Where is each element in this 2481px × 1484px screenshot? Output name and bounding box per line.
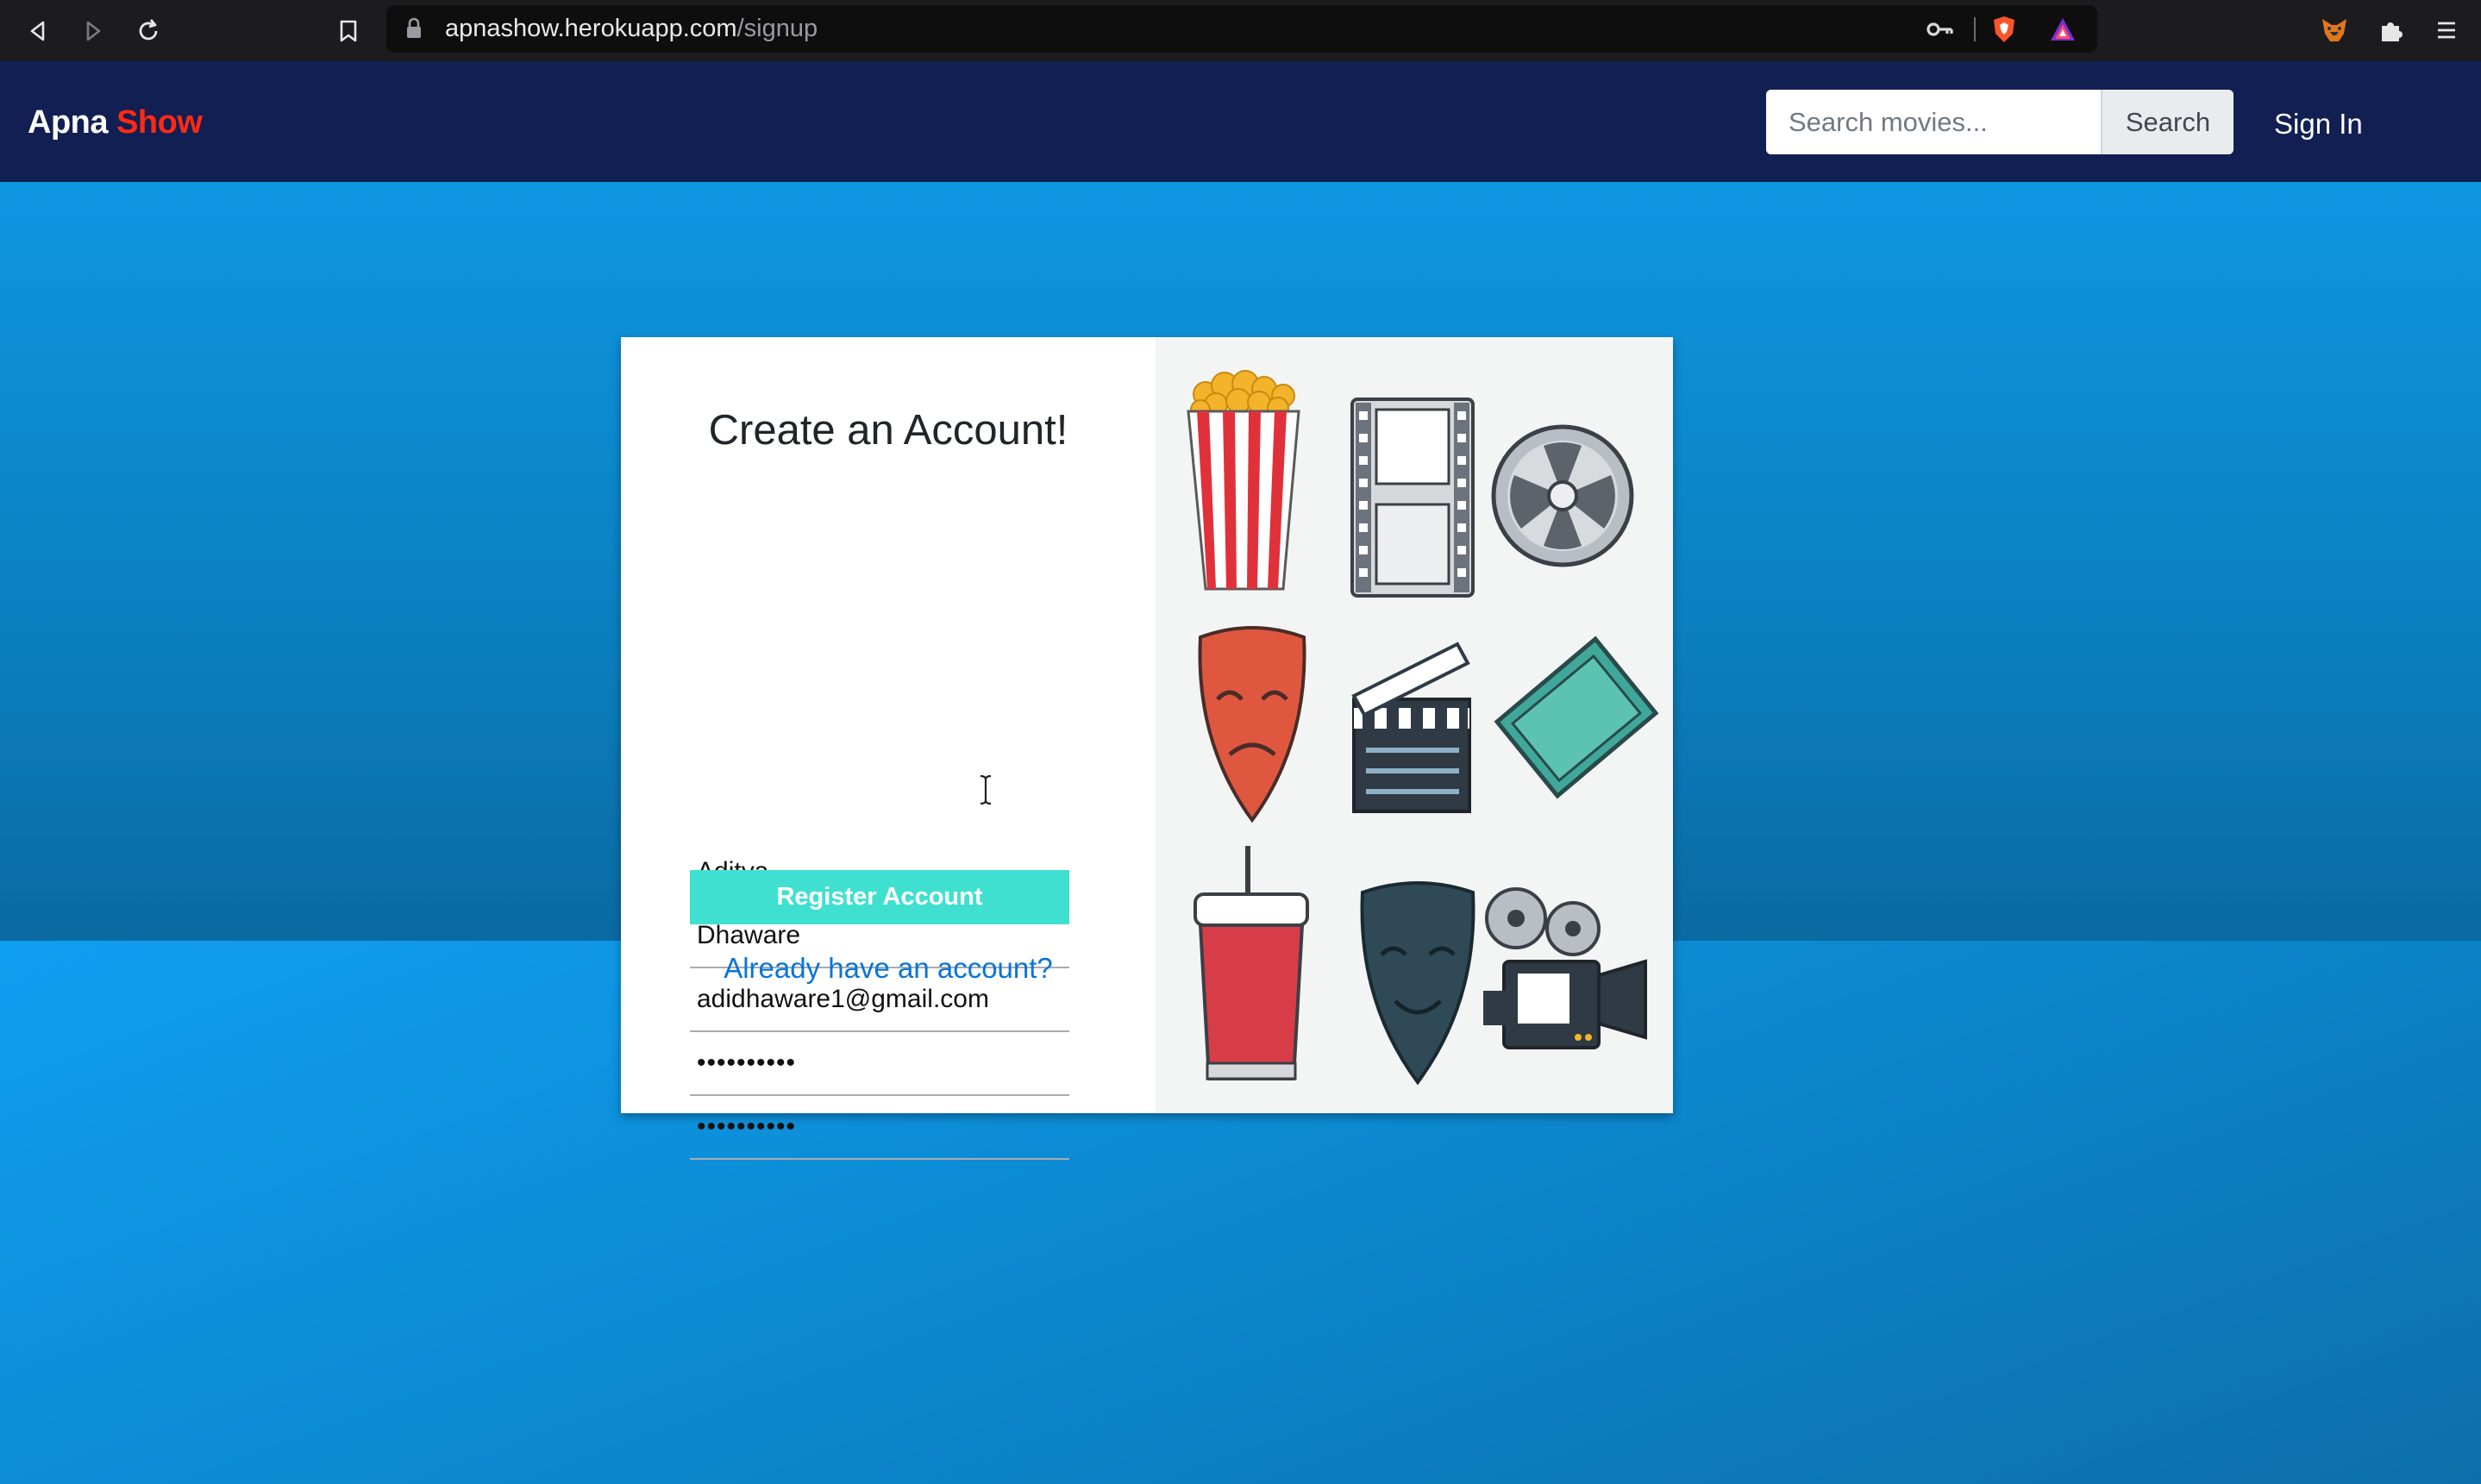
ticket-icon [1494,636,1659,799]
cinema-illustration [1156,337,1673,1113]
soda-cup-icon [1194,846,1309,1080]
popcorn-icon [1187,370,1300,591]
metamask-icon[interactable] [2315,10,2354,50]
login-link[interactable]: Already have an account? [621,952,1156,985]
extensions-icon[interactable] [2371,10,2411,50]
lock-icon [405,17,423,40]
search-button[interactable]: Search [2101,90,2234,154]
address-bar[interactable]: apnashow.herokuapp.com/signup [386,5,2097,53]
bookmark-icon[interactable] [328,10,369,52]
brand-logo[interactable]: Apna Show [28,61,203,184]
clapperboard-icon [1351,642,1471,813]
signup-form: Create an Account! Aditya Dhaware adidha… [621,337,1156,1160]
search-input[interactable] [1766,90,2101,154]
brave-rewards-icon[interactable] [2047,14,2078,45]
movie-projector-icon [1483,887,1647,1049]
film-reel-icon [1491,424,1634,567]
back-icon[interactable] [17,10,59,52]
browser-toolbar: apnashow.herokuapp.com/signup [0,0,2481,61]
tragedy-mask-icon [1198,626,1306,823]
reload-icon[interactable] [128,10,169,52]
comedy-mask-icon [1360,881,1475,1086]
forward-icon[interactable] [72,10,114,52]
url-text: apnashow.herokuapp.com/signup [445,15,818,42]
password-field[interactable]: •••••••••• [690,1032,1069,1096]
key-icon[interactable] [1925,14,1956,45]
menu-icon[interactable] [2427,10,2466,50]
site-navbar: Apna Show Search Sign In [0,61,2481,182]
sign-in-link[interactable]: Sign In [2274,61,2363,187]
register-button[interactable]: Register Account [690,870,1069,924]
divider [1974,17,1976,41]
form-title: Create an Account! [708,407,1068,454]
text-cursor-icon [979,774,993,810]
film-strip-icon [1350,398,1475,598]
signup-card: Create an Account! Aditya Dhaware adidha… [621,337,1673,1160]
brave-shields-icon[interactable] [1989,14,2020,45]
confirm-password-field[interactable]: •••••••••• [690,1096,1069,1160]
search-form: Search [1766,90,2234,154]
